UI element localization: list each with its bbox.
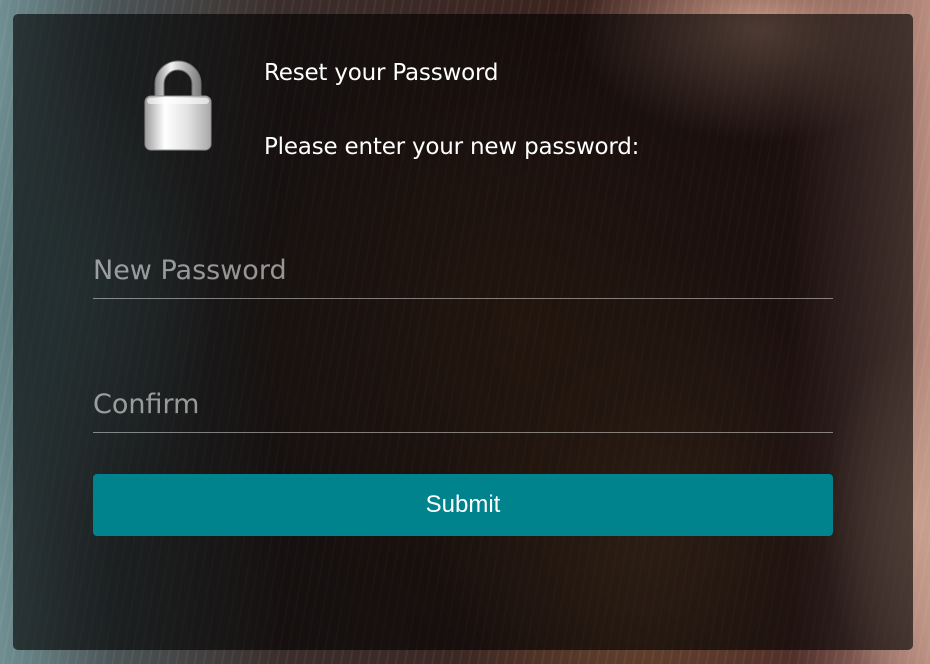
- page-title: Reset your Password: [264, 60, 499, 86]
- lock-icon: [144, 60, 212, 151]
- new-password-input[interactable]: [93, 248, 833, 299]
- submit-button[interactable]: Submit: [93, 474, 833, 536]
- confirm-password-input[interactable]: [93, 382, 833, 433]
- instruction-text: Please enter your new password:: [264, 134, 640, 160]
